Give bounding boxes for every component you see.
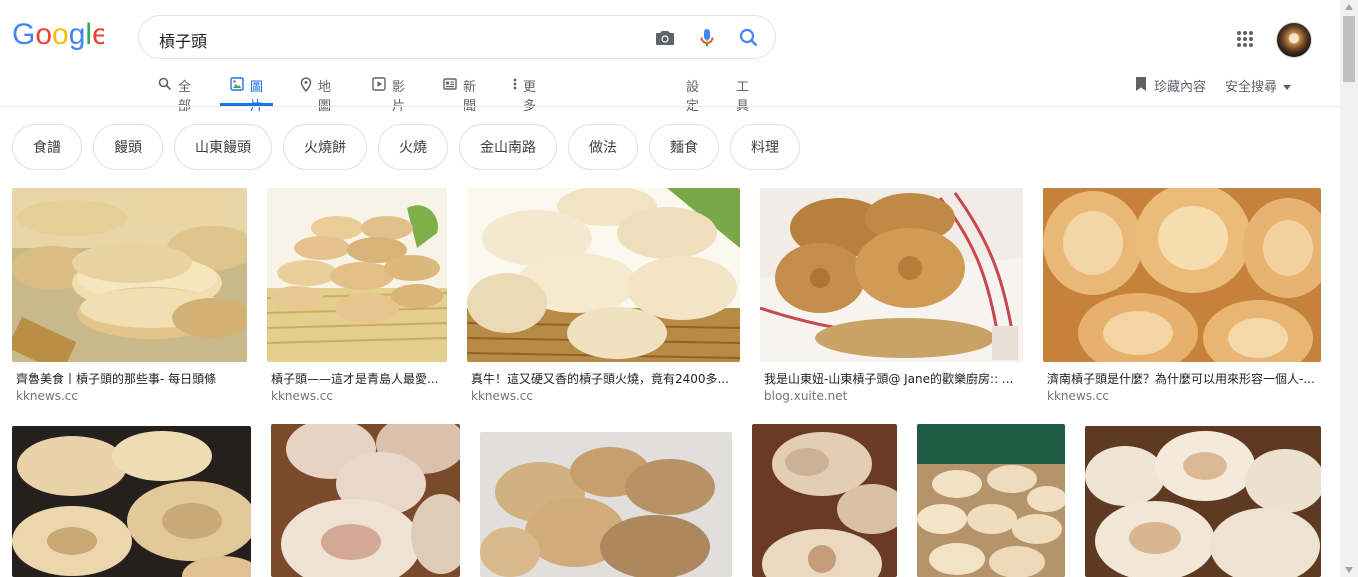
settings-link[interactable]: 設定 (686, 70, 699, 114)
tab-label: 新聞 (463, 80, 477, 114)
safesearch-dropdown[interactable]: 安全搜尋 (1225, 76, 1292, 95)
result-image[interactable] (1043, 188, 1321, 362)
image-icon (230, 77, 244, 91)
tab-images[interactable]: 圖片 (219, 70, 274, 114)
saved-collections-link[interactable]: 珍藏內容 (1134, 76, 1206, 95)
scrollbar-thumb[interactable] (1343, 16, 1355, 82)
tab-more[interactable]: 更多 (513, 70, 536, 114)
google-logo[interactable]: Google (12, 20, 104, 56)
scroll-down-arrow-icon[interactable] (1345, 567, 1353, 573)
result-image[interactable] (271, 424, 460, 577)
more-vert-icon (513, 78, 517, 90)
search-icon (158, 77, 172, 91)
result-title[interactable]: 我是山東妞-山東槓子頭@ Jane的歡樂廚房:: ... (764, 370, 1023, 387)
tab-all[interactable]: 全部 (158, 70, 191, 114)
camera-icon[interactable] (653, 26, 677, 50)
scroll-up-arrow-icon[interactable] (1345, 4, 1353, 10)
page-scrollbar[interactable] (1340, 0, 1358, 577)
tab-maps[interactable]: 地圖 (300, 70, 331, 114)
apps-grid-icon[interactable] (1236, 30, 1254, 48)
tab-label: 影片 (392, 80, 406, 114)
result-image[interactable] (12, 188, 247, 362)
caret-down-icon (1283, 85, 1292, 90)
tools-link[interactable]: 工具 (736, 70, 749, 114)
result-title[interactable]: 槓子頭——這才是青島人最愛... (271, 370, 447, 387)
header-divider (0, 106, 1340, 107)
svg-text:Google: Google (12, 20, 104, 50)
safesearch-label: 安全搜尋 (1225, 80, 1278, 95)
result-image[interactable] (1085, 426, 1321, 577)
news-icon (443, 78, 457, 90)
result-title[interactable]: 齊魯美食丨槓子頭的那些事- 每日頭條 (16, 370, 247, 387)
related-search-chips: 食譜 饅頭 山東饅頭 火燒餅 火燒 金山南路 做法 麵食 料理 (12, 124, 800, 170)
map-pin-icon (300, 77, 312, 92)
result-title[interactable]: 真牛！這又硬又香的槓子頭火燒，竟有2400多... (471, 370, 740, 387)
chip[interactable]: 做法 (568, 124, 638, 170)
result-image[interactable] (467, 188, 740, 362)
bookmark-icon (1136, 77, 1146, 91)
chip[interactable]: 饅頭 (93, 124, 163, 170)
result-image[interactable] (760, 188, 1023, 362)
tab-label: 圖片 (250, 80, 264, 114)
result-source[interactable]: kknews.cc (271, 389, 333, 403)
tab-label: 地圖 (318, 80, 332, 114)
chip[interactable]: 食譜 (12, 124, 82, 170)
result-source[interactable]: blog.xuite.net (764, 389, 847, 403)
search-icon[interactable] (737, 26, 761, 50)
result-source[interactable]: kknews.cc (1047, 389, 1109, 403)
chip[interactable]: 火燒餅 (283, 124, 367, 170)
tab-news[interactable]: 新聞 (443, 70, 476, 114)
tab-videos[interactable]: 影片 (372, 70, 405, 114)
saved-label: 珍藏內容 (1154, 80, 1207, 95)
search-results-page: Google 槓子頭 全部 圖片 地圖 影片 新聞 更多 設定 工具 珍藏內容 … (0, 0, 1340, 577)
chip[interactable]: 料理 (730, 124, 800, 170)
result-image[interactable] (12, 426, 251, 577)
chip[interactable]: 金山南路 (459, 124, 557, 170)
search-box[interactable]: 槓子頭 (138, 15, 776, 59)
result-title[interactable]: 濟南槓子頭是什麼？為什麼可以用來形容一個人-... (1047, 370, 1321, 387)
video-icon (372, 77, 386, 91)
result-image[interactable] (480, 432, 732, 577)
result-image[interactable] (752, 424, 897, 577)
tab-label: 更多 (523, 80, 537, 114)
account-avatar[interactable] (1276, 22, 1312, 58)
result-image[interactable] (917, 424, 1065, 577)
result-source[interactable]: kknews.cc (16, 389, 78, 403)
tab-label: 全部 (178, 80, 192, 114)
chip[interactable]: 火燒 (378, 124, 448, 170)
microphone-icon[interactable] (695, 26, 719, 50)
result-image[interactable] (267, 188, 447, 362)
search-input[interactable]: 槓子頭 (159, 28, 207, 52)
result-source[interactable]: kknews.cc (471, 389, 533, 403)
chip[interactable]: 麵食 (649, 124, 719, 170)
chip[interactable]: 山東饅頭 (174, 124, 272, 170)
